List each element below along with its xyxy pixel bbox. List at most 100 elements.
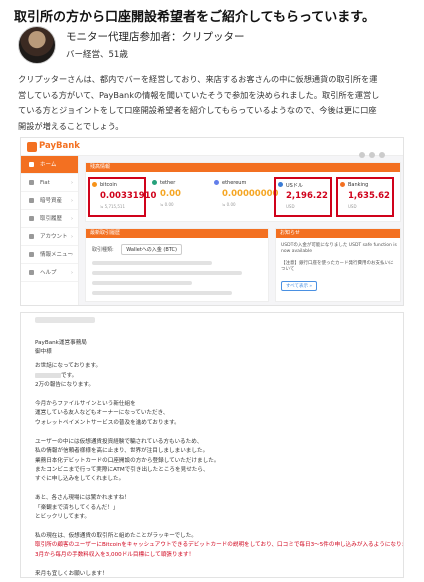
dashboard-sidenav: ホーム Fiat › 暗号資産 › 取引履歴 › アカウント › 情報メニュー › ヘルプ › — [21, 156, 79, 305]
email-line: とビックリしてます。 — [35, 512, 90, 520]
chevron-right-icon: › — [71, 198, 73, 204]
paybank-logo-icon — [27, 142, 37, 152]
email-line-text: 私の情報が信頼者様様を高に止まり、世界が注目しましまいました。 — [35, 448, 209, 455]
account-icon — [29, 234, 34, 239]
sidenav-item[interactable]: ヘルプ › — [21, 264, 78, 282]
email-line-text: 運営している友人などもオーナーになっていただき、 — [35, 410, 169, 417]
paybank-dashboard-screenshot: PayBank ホーム Fiat › 暗号資産 › 取引履歴 › アカウント › 情報メニュー › ヘ… — [20, 137, 404, 306]
email-line: お世話になっております。 — [35, 361, 101, 369]
asset-balance: 2,196.22 — [286, 191, 328, 201]
email-line: 私の現在は、仮想通貨の取引所と組めたことがラッキーでした。 — [35, 531, 197, 539]
asset-sub-value: USD — [348, 204, 357, 209]
email-line-text: とビックリしてます。 — [35, 514, 90, 521]
crypto-icon — [29, 198, 34, 203]
balance-panel-header: 残高情報 — [86, 163, 400, 172]
email-line-text: 取引所の顧客のユーザーにBitcoinをキャッシュアウトできるデビットカードの説… — [35, 542, 404, 549]
notice-item[interactable]: 【注意】銀行口座を使ったカード発行費用のお支払いについて — [281, 261, 397, 273]
email-line-text: 業務日本化デビットカードの口座開設の方から登録していただけました。 — [35, 457, 220, 464]
fiat-icon — [29, 180, 34, 185]
email-line-text: あと、各さん現場には驚かれますね！ — [35, 495, 130, 502]
sidenav-item[interactable]: アカウント › — [21, 228, 78, 246]
sidenav-item-label: ホーム — [40, 162, 57, 168]
blurred-row — [92, 291, 232, 295]
asset-name: Banking — [348, 182, 369, 188]
chevron-right-icon: › — [71, 180, 73, 186]
email-line: あと、各さん現場には驚かれますね！ — [35, 493, 130, 501]
sidenav-item[interactable]: Fiat › — [21, 174, 78, 192]
user-icon — [369, 152, 375, 158]
asset-balance: 0.00331910 — [100, 191, 157, 201]
asset-sub-value: ≒ 0.00 — [160, 202, 174, 207]
coin-icon — [214, 180, 219, 185]
email-line: 2万の報告になります。 — [35, 380, 94, 388]
email-line-text: すぐに申し込みをしてくれました。 — [35, 476, 125, 483]
paybank-logo: PayBank — [27, 141, 89, 152]
email-line: 私の情報が信頼者様様を高に止まり、世界が注目しましまいました。 — [35, 446, 208, 454]
email-line: すぐに申し込みをしてくれました。 — [35, 474, 124, 482]
asset-card[interactable]: USドル 2,196.22 USD — [274, 177, 332, 217]
chevron-right-icon: › — [71, 270, 73, 276]
asset-balance: 0.00000000 — [222, 189, 279, 199]
sidenav-item[interactable]: ホーム — [21, 156, 78, 174]
intro-line: 営している方がいて、PayBankの情報を聞いていたそうで参加を決められました。… — [18, 89, 380, 100]
blurred-row — [92, 261, 212, 265]
sidenav-item-label: 情報メニュー — [40, 252, 74, 258]
home-icon — [29, 162, 34, 167]
sidenav-item[interactable]: 取引履歴 › — [21, 210, 78, 228]
menu-icon — [379, 152, 385, 158]
email-line: またコンビニまで行って実際にATMで引き出したところを見せたら、 — [35, 465, 209, 473]
asset-card[interactable]: tether 0.00 ≒ 0.00 — [150, 177, 208, 217]
participant-name: モニター代理店参加者：クリプッター — [66, 31, 245, 43]
dashboard-topbar: PayBank — [21, 138, 403, 158]
redacted-header — [35, 317, 95, 323]
email-line-text: 今月からファイルサインという新仕組を — [35, 400, 136, 407]
trade-history-panel: 最新取引履歴 取引種類: Walletへの入金 (BTC) — [85, 228, 269, 302]
avatar — [18, 26, 56, 64]
view-all-button[interactable]: すべて表示 » — [281, 281, 318, 291]
email-line: です。 — [35, 371, 77, 379]
chevron-right-icon: › — [71, 216, 73, 222]
intro-paragraph: クリプッターさんは、都内でバーを経営しており、来店するお客さんの中に仮想通貨の取… — [18, 72, 410, 134]
asset-sub-value: USD — [286, 204, 295, 209]
asset-name: bitcoin — [100, 182, 117, 188]
email-line: 御中様 — [35, 347, 52, 355]
email-line: 「楽観まで済ちしてくるんだ！」 — [35, 503, 118, 511]
asset-card[interactable]: ethereum 0.00000000 ≒ 0.00 — [212, 177, 278, 217]
asset-balance: 1,635.62 — [348, 191, 390, 201]
asset-sub-value: ≒ 0.00 — [222, 202, 236, 207]
redacted-name — [35, 372, 61, 378]
sidenav-item-label: ヘルプ — [40, 270, 57, 276]
email-line-text: またコンビニまで行って実際にATMで引き出したところを見せたら、 — [35, 466, 209, 473]
trade-type-select[interactable]: Walletへの入金 (BTC) — [121, 244, 182, 255]
trade-filter: 取引種類: Walletへの入金 (BTC) — [92, 244, 182, 255]
asset-name: tether — [160, 180, 176, 186]
asset-name: ethereum — [222, 180, 247, 186]
notice-header: お知らせ — [276, 229, 400, 238]
email-line: 業務日本化デビットカードの口座開設の方から登録していただけました。 — [35, 456, 219, 464]
email-line-text: 2万の報告になります。 — [35, 382, 94, 388]
asset-card[interactable]: Banking 1,635.62 USD — [336, 177, 394, 217]
email-line-text: ユーザーの中には仮想通貨投資経験で騙されている方もいるため、 — [35, 438, 203, 445]
sidenav-item[interactable]: 暗号資産 › — [21, 192, 78, 210]
participant-description: バー経営、51歳 — [66, 50, 128, 60]
coin-icon — [152, 180, 157, 185]
info-icon — [29, 252, 34, 257]
asset-card[interactable]: bitcoin 0.00331910 ≒ 5,715,511 — [88, 177, 156, 217]
participant-profile: モニター代理店参加者：クリプッター バー経営、51歳 — [18, 26, 408, 66]
asset-name: USドル — [286, 183, 303, 189]
email-line-text: 御中様 — [35, 348, 52, 355]
trade-type-label: 取引種類: — [92, 247, 114, 253]
sidenav-item-label: アカウント — [40, 234, 68, 240]
sidenav-item[interactable]: 情報メニュー › — [21, 246, 78, 264]
trade-history-header: 最新取引履歴 — [86, 229, 268, 238]
help-icon — [29, 270, 34, 275]
email-line-text: PayBank運営事務局 — [35, 339, 87, 346]
coin-icon — [340, 182, 345, 187]
email-line: ユーザーの中には仮想通貨投資経験で騙されている方もいるため、 — [35, 437, 202, 445]
email-line-text: 3月から毎月の手数料収入を3,000ドル目標にして頑張ります！ — [35, 551, 195, 558]
sidenav-item-label: 取引履歴 — [40, 216, 63, 222]
email-line: 取引所の顧客のユーザーにBitcoinをキャッシュアウトできるデビットカードの説… — [35, 540, 404, 549]
notice-item[interactable]: USDTの入金が可能になりました USDT safe function is n… — [281, 243, 397, 255]
balance-panel: 残高情報 bitcoin 0.00331910 ≒ 5,715,511 tether 0… — [85, 162, 401, 222]
history-icon — [29, 216, 34, 221]
